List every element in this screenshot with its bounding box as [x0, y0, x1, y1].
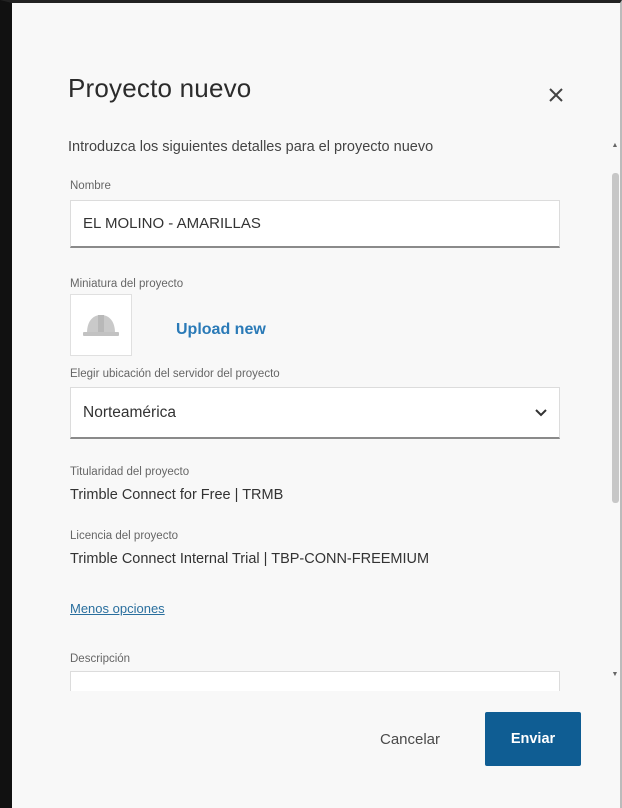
- close-icon: [549, 88, 563, 102]
- name-label: Nombre: [70, 180, 111, 192]
- scroll-up-icon[interactable]: ▲: [611, 142, 619, 150]
- hardhat-icon: [83, 315, 119, 336]
- chevron-down-icon: [535, 408, 547, 416]
- scroll-down-icon[interactable]: ▼: [611, 671, 619, 679]
- dialog-title: Proyecto nuevo: [68, 73, 252, 103]
- thumbnail-label: Miniatura del proyecto: [70, 278, 184, 290]
- description-field[interactable]: [70, 671, 560, 691]
- license-label: Licencia del proyecto: [70, 530, 179, 542]
- project-thumbnail[interactable]: [70, 294, 132, 356]
- server-location-label: Elegir ubicación del servidor del proyec…: [70, 368, 280, 380]
- cancel-button[interactable]: Cancelar: [364, 723, 456, 755]
- less-options-link[interactable]: Menos opciones: [70, 601, 165, 616]
- scrollbar-thumb[interactable]: [612, 173, 619, 503]
- ownership-label: Titularidad del proyecto: [70, 466, 190, 478]
- close-button[interactable]: [542, 81, 570, 109]
- upload-new-link[interactable]: Upload new: [176, 321, 266, 339]
- name-field[interactable]: [70, 200, 560, 248]
- submit-button[interactable]: Enviar: [485, 712, 581, 766]
- server-location-value: Norteamérica: [83, 403, 177, 421]
- description-label: Descripción: [70, 653, 131, 665]
- server-location-select[interactable]: Norteamérica: [70, 387, 560, 439]
- dialog-intro: Introduzca los siguientes detalles para …: [68, 139, 434, 155]
- license-value: Trimble Connect Internal Trial | TBP-CON…: [70, 551, 430, 567]
- new-project-dialog: Proyecto nuevo Introduzca los siguientes…: [12, 3, 620, 808]
- ownership-value: Trimble Connect for Free | TRMB: [70, 487, 284, 503]
